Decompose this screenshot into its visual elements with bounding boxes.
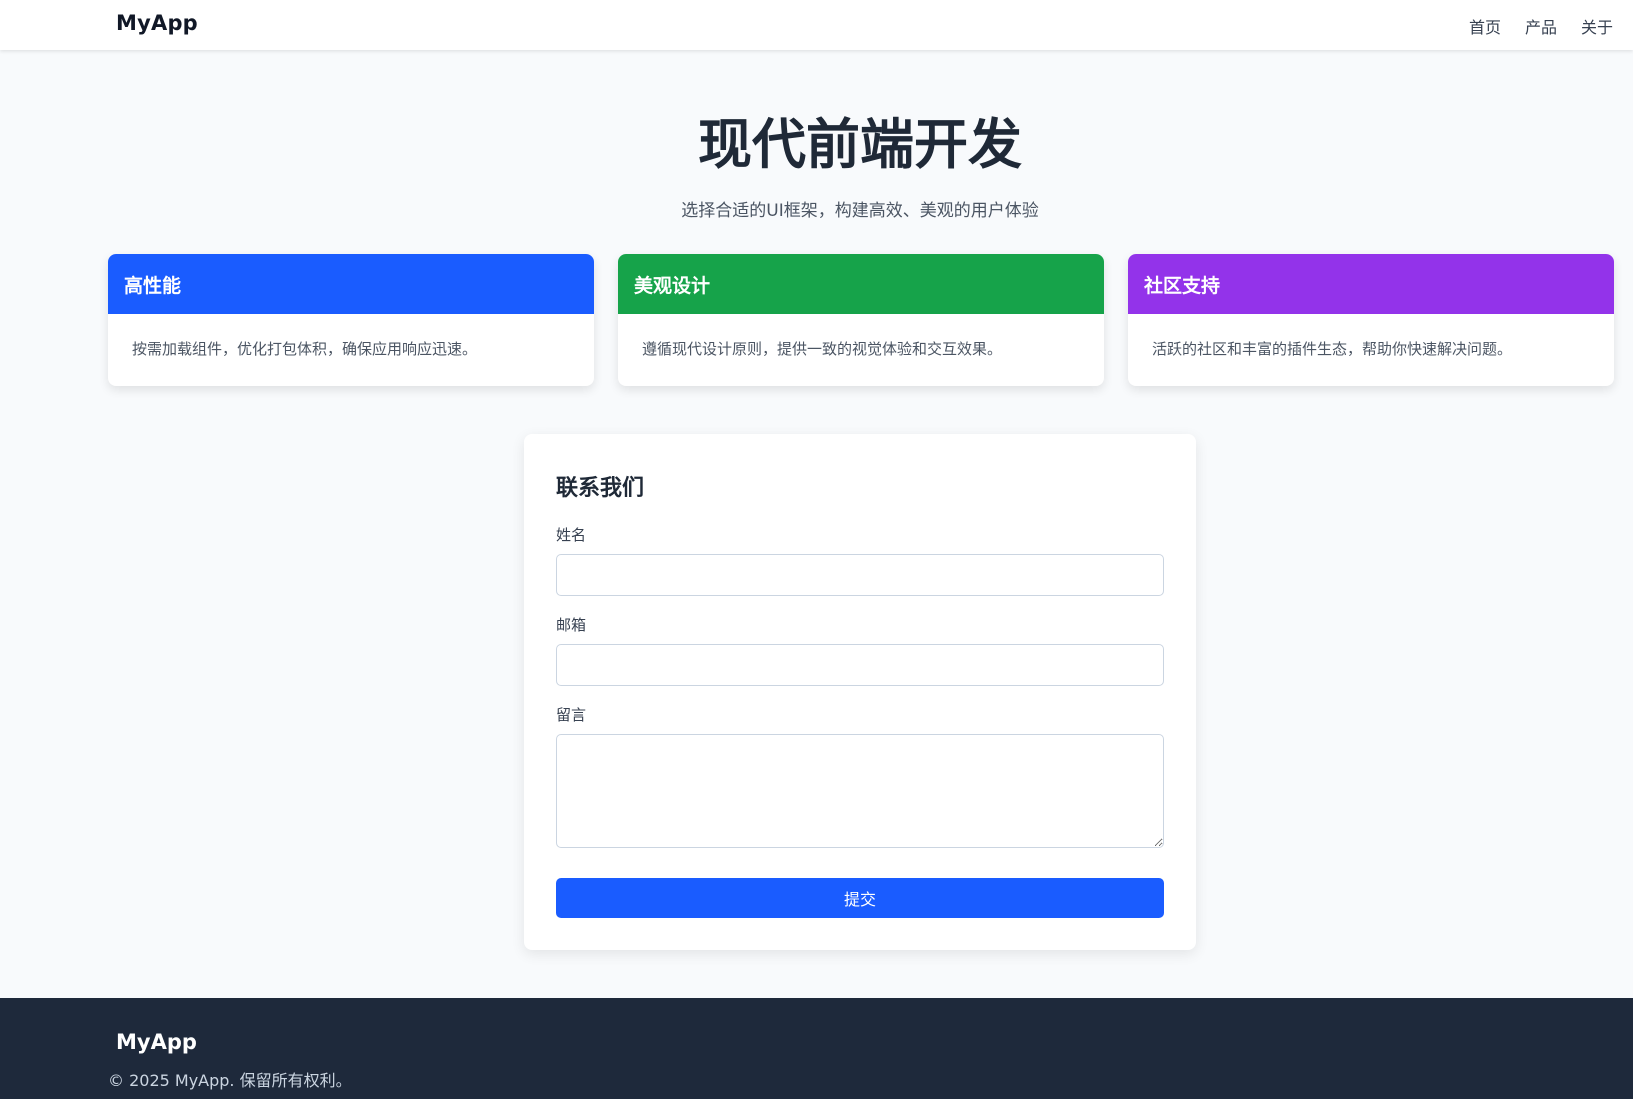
card-title: 社区支持: [1144, 274, 1221, 297]
submit-button[interactable]: 提交: [556, 878, 1164, 918]
brand-logo[interactable]: MyApp: [116, 11, 198, 35]
card-title: 美观设计: [634, 274, 711, 297]
card-header-design: 美观设计: [618, 254, 1104, 314]
footer: MyApp © 2025 MyApp. 保留所有权利。: [0, 998, 1633, 1099]
name-label: 姓名: [556, 526, 587, 544]
name-input[interactable]: [556, 554, 1164, 596]
nav-link-about[interactable]: 关于: [1581, 14, 1613, 38]
nav-link-home[interactable]: 首页: [1469, 14, 1501, 38]
form-title: 联系我们: [556, 476, 645, 501]
feature-card-performance: 高性能 按需加载组件，优化打包体积，确保应用响应迅速。: [108, 254, 594, 386]
email-label: 邮箱: [556, 616, 587, 634]
footer-brand: MyApp: [116, 1030, 197, 1054]
card-body: 遵循现代设计原则，提供一致的视觉体验和交互效果。: [642, 340, 1003, 358]
hero-subtitle: 选择合适的UI框架，构建高效、美观的用户体验: [681, 201, 1039, 221]
card-body: 按需加载组件，优化打包体积，确保应用响应迅速。: [132, 340, 478, 358]
message-label: 留言: [556, 706, 587, 724]
card-header-community: 社区支持: [1128, 254, 1614, 314]
feature-card-community: 社区支持 活跃的社区和丰富的插件生态，帮助你快速解决问题。: [1128, 254, 1614, 386]
nav-links: 首页 产品 关于: [1469, 14, 1613, 38]
footer-copyright: © 2025 MyApp. 保留所有权利。: [108, 1071, 352, 1090]
contact-form: 联系我们 姓名 邮箱 留言 提交: [524, 434, 1196, 950]
hero-title: 现代前端开发: [698, 113, 1022, 176]
card-header-performance: 高性能: [108, 254, 594, 314]
message-textarea[interactable]: [556, 734, 1164, 848]
nav-link-products[interactable]: 产品: [1525, 14, 1557, 38]
navbar: MyApp 首页 产品 关于: [0, 0, 1633, 50]
email-input[interactable]: [556, 644, 1164, 686]
card-title: 高性能: [124, 274, 182, 297]
card-body: 活跃的社区和丰富的插件生态，帮助你快速解决问题。: [1152, 340, 1513, 358]
feature-card-design: 美观设计 遵循现代设计原则，提供一致的视觉体验和交互效果。: [618, 254, 1104, 386]
